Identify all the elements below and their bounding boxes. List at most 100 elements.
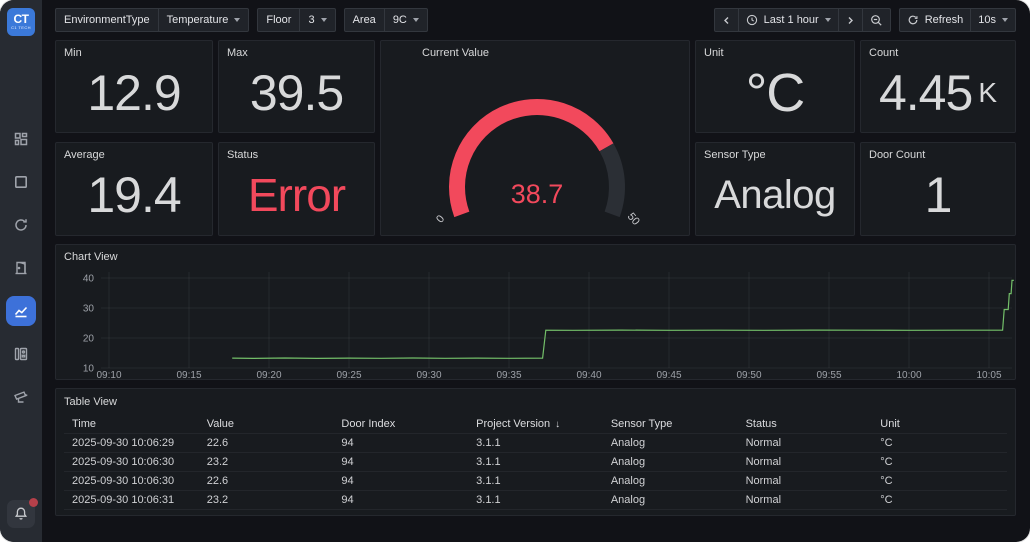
table-cell: 22.6 [199,434,334,452]
x-tick-label: 09:35 [496,370,521,379]
sidebar-item-sync[interactable] [6,210,36,240]
filter-label: Area [345,9,385,31]
table-cell: °C [872,434,1007,452]
clock-icon [746,14,758,26]
filter-floor: Floor 3 [257,8,335,32]
chevron-down-icon [321,18,327,22]
stat-value: Analog [696,143,854,235]
gauge: 38.7050 [381,41,688,235]
refresh-button[interactable]: Refresh [900,9,972,31]
time-series-chart[interactable]: 1020304009:1009:1509:2009:2509:3009:3509… [56,245,1015,379]
filter-value-text: Temperature [167,14,229,26]
filter-bar: EnvironmentType Temperature Floor 3 Area [55,8,428,32]
time-picker-group: Last 1 hour [714,8,891,32]
bell-icon [13,506,29,522]
table-row: 2025-09-30 10:06:2922.6943.1.1AnalogNorm… [64,434,1007,453]
sidebar-item-frames[interactable] [6,167,36,197]
stat-panel-count: Count 4.45 K [860,40,1016,133]
y-tick-label: 30 [83,304,95,315]
stat-panel-unit: Unit °C [695,40,855,133]
sync-icon [12,216,30,234]
table-cell: 2025-09-30 10:06:30 [64,472,199,490]
filter-value-dropdown[interactable]: 3 [300,9,334,31]
x-tick-label: 09:45 [656,370,681,379]
gauge-panel-current-value: Current Value 38.7050 [380,40,690,236]
sidebar-item-dashboards[interactable] [6,124,36,154]
time-shift-back-button[interactable] [715,9,739,31]
table-row: 2025-09-30 10:06:3023.2943.1.1AnalogNorm… [64,453,1007,472]
x-tick-label: 09:20 [256,370,281,379]
table-cell: Analog [603,472,738,490]
logo-subtext: C1 TECH [11,25,31,30]
x-tick-label: 10:05 [976,370,1001,379]
sidebar-item-cameras[interactable] [6,382,36,412]
column-header-sensor-type[interactable]: Sensor Type [603,415,738,433]
chevron-down-icon [234,18,240,22]
sidebar-footer [7,500,35,528]
table-cell: Analog [603,434,738,452]
table-cell: 3.1.1 [468,472,603,490]
modules-icon [12,130,30,148]
logo-text: CT [14,14,29,25]
empty-space [55,516,1016,542]
filter-environment-type: EnvironmentType Temperature [55,8,249,32]
table-cell: Normal [738,453,873,471]
zoom-out-icon [870,14,883,27]
zoom-out-time-button[interactable] [863,9,890,31]
stat-value: 19.4 [56,143,212,235]
sort-desc-icon: ↓ [555,419,560,430]
filter-value-dropdown[interactable]: 9C [385,9,427,31]
filter-label: EnvironmentType [56,9,159,31]
table-cell: 2025-09-30 10:06:31 [64,491,199,509]
y-tick-label: 20 [83,334,95,345]
stat-panel-average: Average 19.4 [55,142,213,236]
sidebar-nav [6,124,36,425]
column-header-door-index[interactable]: Door Index [333,415,468,433]
column-header-project-version[interactable]: Project Version↓ [468,415,603,433]
app-logo[interactable]: CT C1 TECH [7,8,35,36]
sidebar-item-doors[interactable] [6,253,36,283]
x-tick-label: 09:10 [96,370,121,379]
x-tick-label: 09:25 [336,370,361,379]
filter-area: Area 9C [344,8,428,32]
sidebar-item-devices[interactable] [6,339,36,369]
chevron-down-icon [825,18,831,22]
refresh-interval-value: 10s [978,14,996,26]
table-cell: °C [872,453,1007,471]
stat-panel-min: Min 12.9 [55,40,213,133]
table-cell: 23.2 [199,453,334,471]
column-header-unit[interactable]: Unit [872,415,1007,433]
stat-value: 4.45 K [861,41,1015,132]
sidebar-item-charts[interactable] [6,296,36,326]
stat-panel-door-count: Door Count 1 [860,142,1016,236]
table-row: 2025-09-30 10:06:3123.2943.1.1AnalogNorm… [64,491,1007,510]
gauge-arc [606,147,617,214]
x-tick-label: 09:40 [576,370,601,379]
refresh-icon [907,14,919,26]
stat-panel-max: Max 39.5 [218,40,375,133]
refresh-interval-dropdown[interactable]: 10s [971,9,1015,31]
table-cell: 3.1.1 [468,491,603,509]
x-tick-label: 10:00 [896,370,921,379]
table-cell: 94 [333,472,468,490]
chart-panel: Chart View 1020304009:1009:1509:2009:250… [55,244,1016,380]
stat-value: °C [696,41,854,132]
filter-value-text: 9C [393,14,407,26]
table-cell: Normal [738,434,873,452]
time-shift-forward-button[interactable] [839,9,863,31]
cctv-icon [12,388,30,406]
device-panel-icon [12,345,30,363]
table-cell: Analog [603,491,738,509]
chevron-left-icon [722,16,731,25]
table-header-row: TimeValueDoor IndexProject Version↓Senso… [64,415,1007,434]
top-toolbar: EnvironmentType Temperature Floor 3 Area [55,0,1016,40]
chevron-down-icon [413,18,419,22]
column-header-value[interactable]: Value [199,415,334,433]
time-range-picker[interactable]: Last 1 hour [739,9,839,31]
filter-value-dropdown[interactable]: Temperature [159,9,249,31]
y-tick-label: 10 [83,364,95,375]
column-header-status[interactable]: Status [738,415,873,433]
column-header-time[interactable]: Time [64,415,199,433]
table-cell: 94 [333,491,468,509]
notifications-button[interactable] [7,500,35,528]
